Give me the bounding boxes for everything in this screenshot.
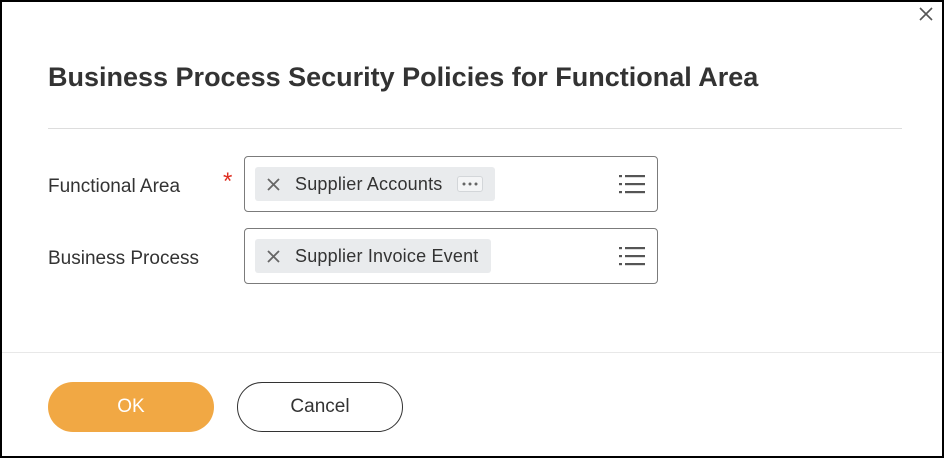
business-process-selected-pill: Supplier Invoice Event <box>255 239 491 273</box>
business-process-input[interactable]: Supplier Invoice Event <box>244 228 658 284</box>
business-process-label: Business Process <box>48 248 200 269</box>
ok-button[interactable]: OK <box>48 382 214 432</box>
business-process-value: Supplier Invoice Event <box>295 245 479 266</box>
required-indicator: * <box>223 168 233 195</box>
x-icon <box>266 177 280 191</box>
x-icon <box>266 249 280 263</box>
dialog-title: Business Process Security Policies for F… <box>48 62 759 92</box>
cancel-button[interactable]: Cancel <box>237 382 403 432</box>
remove-functional-area-button[interactable] <box>265 176 281 192</box>
pill-more-button[interactable] <box>456 176 483 192</box>
functional-area-label: Functional Area <box>48 176 181 197</box>
remove-business-process-button[interactable] <box>265 248 281 264</box>
functional-area-input[interactable]: Supplier Accounts <box>244 156 658 212</box>
functional-area-value: Supplier Accounts <box>295 173 443 194</box>
header-divider <box>48 128 902 129</box>
footer-divider <box>2 352 942 353</box>
dialog: Business Process Security Policies for F… <box>0 0 944 458</box>
functional-area-selected-pill: Supplier Accounts <box>255 167 495 201</box>
list-icon[interactable] <box>619 245 645 267</box>
close-icon <box>919 7 933 21</box>
ellipsis-icon <box>462 182 477 186</box>
list-icon[interactable] <box>619 173 645 195</box>
close-button[interactable] <box>914 2 938 26</box>
